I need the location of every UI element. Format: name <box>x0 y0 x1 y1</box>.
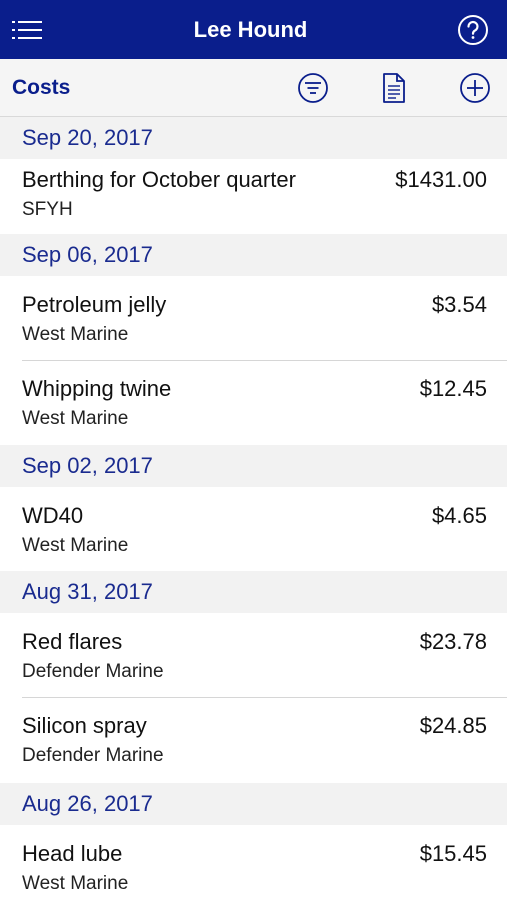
section-title: Costs <box>12 75 71 99</box>
costs-list: Sep 20, 2017 Berthing for October quarte… <box>0 117 507 905</box>
add-icon[interactable] <box>457 70 493 106</box>
cost-item-name: Head lube <box>22 841 123 866</box>
cost-amount: $1431.00 <box>395 167 487 192</box>
date-section-header: Aug 26, 2017 <box>0 783 507 825</box>
document-icon[interactable] <box>376 70 412 106</box>
cost-vendor: West Marine <box>22 408 129 429</box>
cost-amount: $23.78 <box>419 629 487 654</box>
cost-item-name: Berthing for October quarter <box>22 167 296 192</box>
cost-row[interactable]: WD40 $4.65 West Marine <box>0 487 507 571</box>
date-section-header: Sep 20, 2017 <box>0 117 507 159</box>
cost-vendor: Defender Marine <box>22 661 164 682</box>
help-icon[interactable] <box>455 12 491 48</box>
cost-amount: $12.45 <box>419 376 487 401</box>
cost-item-name: Petroleum jelly <box>22 292 167 317</box>
cost-row[interactable]: Whipping twine $12.45 West Marine <box>0 361 507 445</box>
cost-vendor: West Marine <box>22 535 129 556</box>
cost-item-name: WD40 <box>22 503 84 528</box>
cost-vendor: West Marine <box>22 324 129 345</box>
date-section-header: Sep 06, 2017 <box>0 234 507 276</box>
cost-row[interactable]: Red flares $23.78 Defender Marine <box>0 613 507 698</box>
page-title: Lee Hound <box>193 16 308 42</box>
cost-item-name: Silicon spray <box>22 713 147 738</box>
cost-item-name: Red flares <box>22 629 123 654</box>
cost-amount: $3.54 <box>431 292 487 317</box>
cost-amount: $15.45 <box>419 841 487 866</box>
cost-vendor: West Marine <box>22 873 129 894</box>
cost-amount: $4.65 <box>431 503 487 528</box>
cost-row[interactable]: Berthing for October quarter $1431.00 SF… <box>0 159 507 234</box>
cost-row[interactable]: Head lube $15.45 West Marine <box>0 825 507 905</box>
cost-row[interactable]: Petroleum jelly $3.54 West Marine <box>0 276 507 361</box>
filter-icon[interactable] <box>295 70 331 106</box>
date-section-header: Sep 02, 2017 <box>0 445 507 487</box>
cost-row[interactable]: Silicon spray $24.85 Defender Marine <box>0 698 507 783</box>
cost-item-name: Whipping twine <box>22 376 172 401</box>
cost-vendor: SFYH <box>22 199 73 220</box>
costs-toolbar: Costs <box>0 59 507 117</box>
cost-amount: $24.85 <box>419 713 487 738</box>
menu-icon[interactable] <box>10 12 46 48</box>
cost-vendor: Defender Marine <box>22 745 164 766</box>
date-section-header: Aug 31, 2017 <box>0 571 507 613</box>
navigation-bar: Lee Hound <box>0 0 507 59</box>
